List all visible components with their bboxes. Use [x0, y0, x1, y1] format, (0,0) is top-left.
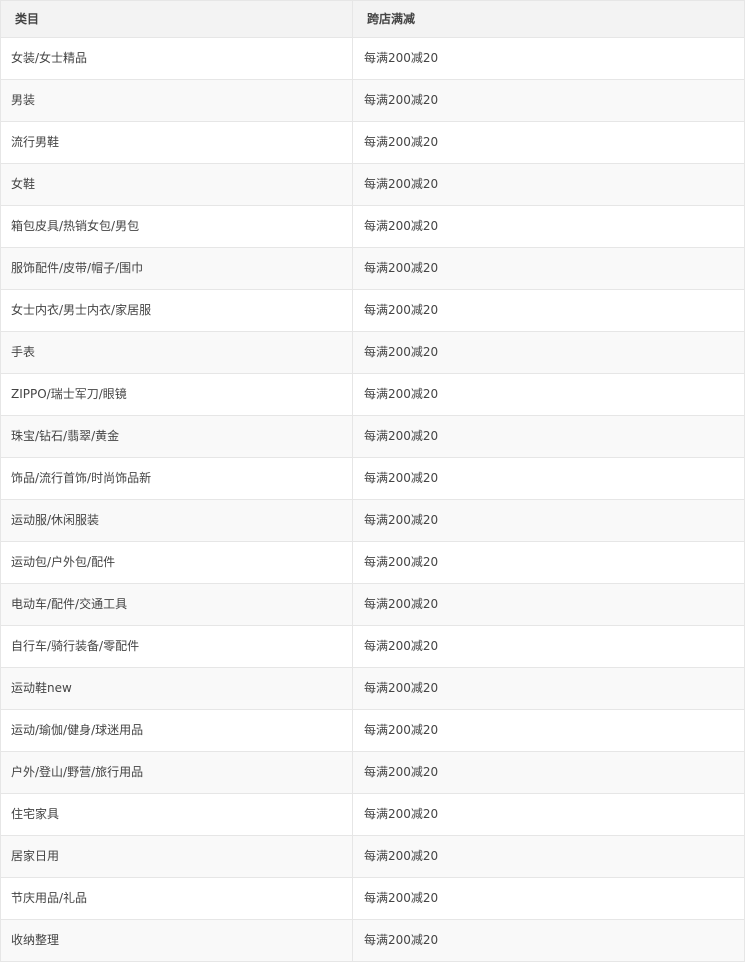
table-row: 饰品/流行首饰/时尚饰品新 每满200减20	[0, 457, 745, 500]
discount-cell: 每满200减20	[352, 625, 745, 668]
category-cell: 珠宝/钻石/翡翠/黄金	[0, 415, 353, 458]
category-cell: 箱包皮具/热销女包/男包	[0, 205, 353, 248]
table-row: 自行车/骑行装备/零配件 每满200减20	[0, 625, 745, 668]
category-cell: 女士内衣/男士内衣/家居服	[0, 289, 353, 332]
discount-cell: 每满200减20	[352, 499, 745, 542]
discount-cell: 每满200减20	[352, 709, 745, 752]
discount-cell: 每满200减20	[352, 163, 745, 206]
discount-cell: 每满200减20	[352, 877, 745, 920]
discount-cell: 每满200减20	[352, 205, 745, 248]
category-cell: 女装/女士精品	[0, 37, 353, 80]
category-cell: 收纳整理	[0, 919, 353, 962]
header-row: 类目 跨店满减	[0, 0, 745, 38]
table-row: 珠宝/钻石/翡翠/黄金 每满200减20	[0, 415, 745, 458]
category-cell: 户外/登山/野营/旅行用品	[0, 751, 353, 794]
discount-cell: 每满200减20	[352, 373, 745, 416]
table-row: 节庆用品/礼品 每满200减20	[0, 877, 745, 920]
table-row: 女士内衣/男士内衣/家居服 每满200减20	[0, 289, 745, 332]
discount-cell: 每满200减20	[352, 79, 745, 122]
table-row: 运动服/休闲服装 每满200减20	[0, 499, 745, 542]
table-body: 女装/女士精品 每满200减20 男装 每满200减20 流行男鞋 每满200减20 女鞋每…	[0, 37, 745, 962]
discount-cell: 每满200减20	[352, 415, 745, 458]
category-cell: 自行车/骑行装备/零配件	[0, 625, 353, 668]
table-row: 女装/女士精品 每满200减20	[0, 37, 745, 80]
category-cell: ZIPPO/瑞士军刀/眼镜	[0, 373, 353, 416]
category-cell: 住宅家具	[0, 793, 353, 836]
table-row: 流行男鞋 每满200减20	[0, 121, 745, 164]
header-discount: 跨店满减	[352, 0, 745, 38]
discount-cell: 每满200减20	[352, 919, 745, 962]
discount-cell: 每满200减20	[352, 121, 745, 164]
table-row: 手表 每满200减20	[0, 331, 745, 374]
promo-table: 类目 跨店满减 女装/女士精品 每满200减20 男装 每满200减20 流行男鞋 每满2…	[0, 0, 745, 962]
category-cell: 运动包/户外包/配件	[0, 541, 353, 584]
table-row: 运动/瑜伽/健身/球迷用品 每满200减20	[0, 709, 745, 752]
category-cell: 男装	[0, 79, 353, 122]
table-row: 男装 每满200减20	[0, 79, 745, 122]
table-header: 类目 跨店满减	[0, 0, 745, 38]
discount-cell: 每满200减20	[352, 457, 745, 500]
header-category: 类目	[0, 0, 353, 38]
discount-cell: 每满200减20	[352, 331, 745, 374]
category-cell: 女鞋	[0, 163, 353, 206]
category-cell: 运动服/休闲服装	[0, 499, 353, 542]
table-row: 运动鞋new 每满200减20	[0, 667, 745, 710]
table-row: 电动车/配件/交通工具 每满200减20	[0, 583, 745, 626]
discount-cell: 每满200减20	[352, 289, 745, 332]
table-row: 女鞋 每满200减20	[0, 163, 745, 206]
discount-cell: 每满200减20	[352, 583, 745, 626]
category-cell: 运动鞋new	[0, 667, 353, 710]
table-row: 住宅家具 每满200减20	[0, 793, 745, 836]
table-row: ZIPPO/瑞士军刀/眼镜 每满200减20	[0, 373, 745, 416]
category-cell: 居家日用	[0, 835, 353, 878]
table-row: 收纳整理 每满200减20	[0, 919, 745, 962]
category-cell: 运动/瑜伽/健身/球迷用品	[0, 709, 353, 752]
category-cell: 电动车/配件/交通工具	[0, 583, 353, 626]
discount-cell: 每满200减20	[352, 835, 745, 878]
table-row: 运动包/户外包/配件 每满200减20	[0, 541, 745, 584]
discount-cell: 每满200减20	[352, 247, 745, 290]
category-cell: 流行男鞋	[0, 121, 353, 164]
discount-cell: 每满200减20	[352, 37, 745, 80]
category-cell: 服饰配件/皮带/帽子/围巾	[0, 247, 353, 290]
discount-cell: 每满200减20	[352, 667, 745, 710]
table-row: 居家日用 每满200减20	[0, 835, 745, 878]
table-row: 户外/登山/野营/旅行用品 每满200减20	[0, 751, 745, 794]
discount-cell: 每满200减20	[352, 541, 745, 584]
table-row: 服饰配件/皮带/帽子/围巾 每满200减20	[0, 247, 745, 290]
category-cell: 饰品/流行首饰/时尚饰品新	[0, 457, 353, 500]
category-cell: 节庆用品/礼品	[0, 877, 353, 920]
discount-cell: 每满200减20	[352, 793, 745, 836]
discount-cell: 每满200减20	[352, 751, 745, 794]
category-cell: 手表	[0, 331, 353, 374]
table-row: 箱包皮具/热销女包/男包 每满200减20	[0, 205, 745, 248]
